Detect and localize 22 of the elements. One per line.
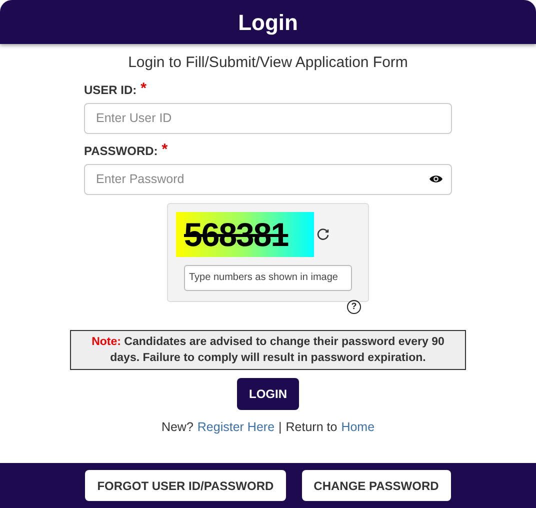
footer-button[interactable]: CHANGE PASSWORD [302,470,451,501]
field-label: USER ID: [84,82,137,98]
link-caption: | [278,418,282,436]
password-field[interactable]: Enter Password [84,164,452,194]
refresh-icon[interactable] [316,227,330,241]
required-mark: * [140,80,147,98]
field-label: PASSWORD: [84,142,158,160]
page-title: Login [238,8,298,37]
link-text[interactable]: Register Here [197,418,275,436]
captcha-image: 568381 [176,212,314,256]
help-icon[interactable]: ? [347,300,361,314]
login-button[interactable]: LOGIN [237,378,299,410]
captcha-field[interactable]: Type numbers as shown in image [184,264,352,290]
user-id-field[interactable]: Enter User ID [84,102,452,134]
footer-button[interactable]: FORGOT USER ID/PASSWORD [85,470,286,501]
required-mark: * [162,142,168,160]
link-text[interactable]: Home [341,418,375,436]
note-text: Note: Candidates are advised to change their password every 90 days. Failure to comply will result in password expiration. [70,330,466,370]
link-caption: New? [161,418,194,436]
eye-icon[interactable] [429,174,443,184]
subtitle: Login to Fill/Submit/View Application Form [128,53,408,73]
link-caption: Return to [286,418,338,436]
